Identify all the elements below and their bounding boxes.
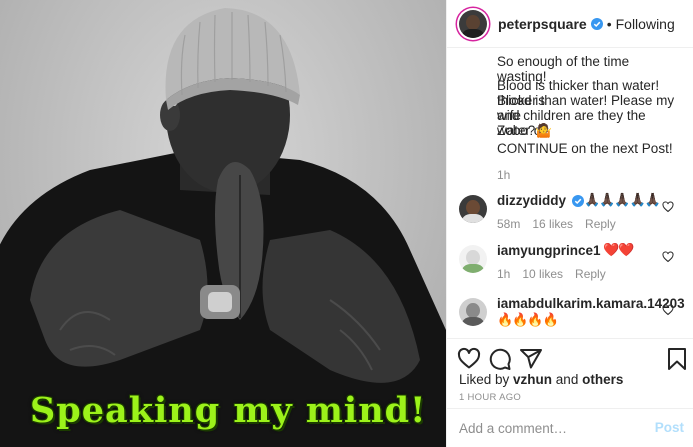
comment-item: iamyungprince1 ❤️❤️ 1h 10 likes Reply (447, 241, 693, 285)
header-separator: • (606, 15, 612, 32)
comment-item: dizzydiddy 🙏🏿🙏🏿🙏🏿🙏🏿🙏🏿 58m 16 likes Reply (447, 191, 693, 235)
comment-meta: 58m 16 likes Reply (497, 217, 628, 231)
post-timestamp[interactable]: 1 HOUR AGO (459, 392, 521, 403)
caption-timestamp[interactable]: 1h (497, 168, 510, 182)
verified-badge-icon (572, 195, 584, 207)
comment-reply-button[interactable]: Reply (575, 267, 606, 281)
liked-by-user[interactable]: vzhun (513, 372, 552, 387)
comments-list[interactable]: So enough of the time wasting! Blood is … (447, 48, 693, 338)
comment-text: ❤️❤️ (603, 242, 634, 257)
commenter-username[interactable]: iamabdulkarim.kamara.14203 (497, 296, 685, 311)
comment-likes[interactable]: 10 likes (522, 267, 563, 281)
comment-like-heart-icon[interactable] (662, 304, 674, 316)
bookmark-icon[interactable] (665, 347, 689, 371)
author-username[interactable]: peterpsquare (498, 16, 587, 32)
caption-line: CONTINUE on the next Post! (497, 141, 673, 156)
caption-line: Zobo?🤷 (497, 123, 553, 138)
post-image[interactable]: Speaking my mind! (0, 0, 446, 447)
following-button[interactable]: Following (616, 16, 675, 32)
comment-input[interactable] (459, 417, 649, 439)
comment-time[interactable]: 1h (497, 267, 510, 281)
comment-meta: 1h 10 likes Reply (497, 267, 618, 281)
commenter-username[interactable]: dizzydiddy (497, 193, 566, 208)
post-header: peterpsquare • Following (447, 0, 693, 48)
comment-icon[interactable] (488, 347, 512, 371)
commenter-avatar[interactable] (459, 195, 487, 223)
comment-likes[interactable]: 16 likes (532, 217, 573, 231)
liked-by-text: Liked by vzhun and others (459, 372, 623, 387)
verified-badge-icon (590, 17, 603, 30)
liked-by-prefix: Liked by (459, 372, 514, 387)
comment-text: 🔥🔥🔥🔥 (497, 312, 559, 327)
commenter-username[interactable]: iamyungprince1 (497, 243, 601, 258)
liked-by-suffix: and (552, 372, 583, 387)
share-icon[interactable] (519, 347, 543, 371)
portrait-illustration (0, 8, 446, 447)
comment-reply-button[interactable]: Reply (585, 217, 616, 231)
commenter-avatar[interactable] (459, 298, 487, 326)
post-actions: Liked by vzhun and others 1 HOUR AGO (447, 338, 693, 408)
comment-item: iamabdulkarim.kamara.14203 🔥🔥🔥🔥 (447, 294, 693, 338)
comment-like-heart-icon[interactable] (662, 251, 674, 263)
heart-icon[interactable] (457, 347, 481, 371)
post-comment-button[interactable]: Post (655, 420, 684, 435)
comment-composer: Post (447, 408, 693, 447)
comment-like-heart-icon[interactable] (662, 201, 674, 213)
liked-by-others[interactable]: others (582, 372, 623, 387)
comment-time[interactable]: 58m (497, 217, 520, 231)
post-sidebar: peterpsquare • Following So enough of th… (446, 0, 693, 447)
commenter-avatar[interactable] (459, 245, 487, 273)
author-avatar[interactable] (459, 9, 487, 38)
comment-text: 🙏🏿🙏🏿🙏🏿🙏🏿🙏🏿 (584, 192, 661, 207)
image-caption: Speaking my mind! (30, 390, 427, 431)
